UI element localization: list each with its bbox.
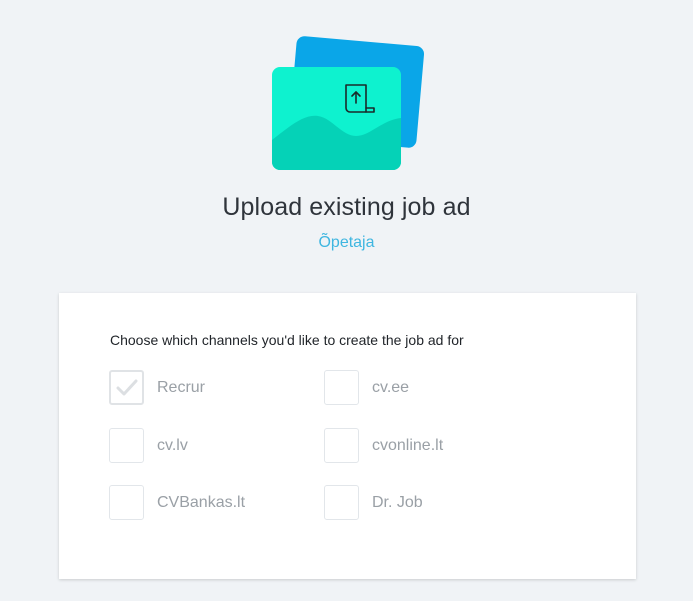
channel-label: CVBankas.lt: [157, 493, 246, 511]
upload-job-ad-page: Upload existing job ad Õpetaja Choose wh…: [0, 0, 693, 601]
channel-checkbox[interactable]: [109, 428, 144, 463]
checkmark-icon: [116, 379, 137, 395]
channel-option-cv-lv[interactable]: cv.lv: [109, 428, 188, 463]
channel-checkbox[interactable]: [109, 370, 144, 405]
channel-label: Recrur: [157, 378, 206, 396]
channel-checkbox[interactable]: [324, 370, 359, 405]
channel-checkbox[interactable]: [324, 485, 359, 520]
channel-label: Dr. Job: [372, 493, 423, 511]
channel-option-cvonline-lt[interactable]: cvonline.lt: [324, 428, 443, 463]
job-title-subtitle: Õpetaja: [318, 234, 375, 251]
channel-option-dr-job[interactable]: Dr. Job: [324, 485, 423, 520]
channel-option-cvbankas-lt[interactable]: CVBankas.lt: [109, 485, 245, 520]
upload-illustration-icon: [272, 36, 425, 170]
channel-label: cv.ee: [372, 378, 410, 396]
page-title: Upload existing job ad: [222, 193, 471, 221]
channel-checkbox[interactable]: [109, 485, 144, 520]
channel-checkbox[interactable]: [324, 428, 359, 463]
channel-option-recrur[interactable]: Recrur: [109, 370, 205, 405]
channels-prompt: Choose which channels you'd like to crea…: [110, 332, 464, 348]
channel-label: cvonline.lt: [372, 436, 444, 454]
channel-option-cv-ee[interactable]: cv.ee: [324, 370, 409, 405]
channels-card: Choose which channels you'd like to crea…: [59, 293, 636, 579]
channel-label: cv.lv: [157, 436, 188, 454]
